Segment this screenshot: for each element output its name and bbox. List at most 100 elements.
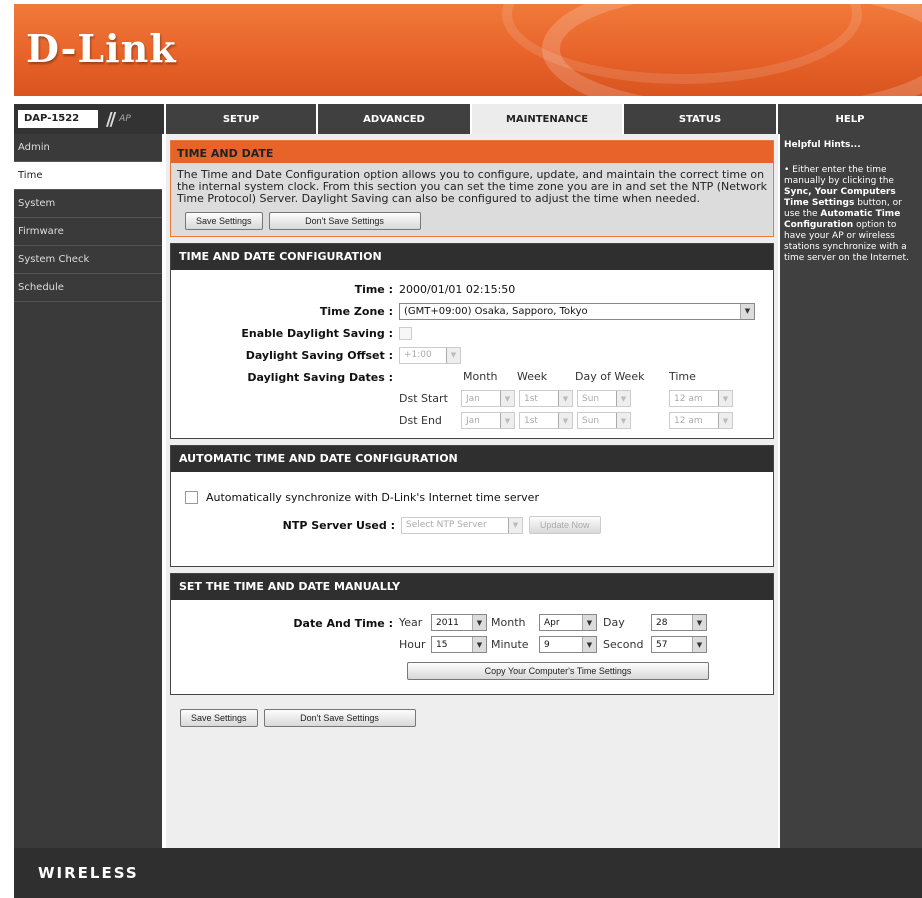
- hour-select[interactable]: 15 ▼: [431, 636, 487, 653]
- ntp-server-value: Select NTP Server: [406, 520, 487, 530]
- auto-sync-checkbox[interactable]: [185, 490, 198, 504]
- manual-config-section: SET THE TIME AND DATE MANUALLY Date And …: [170, 573, 774, 695]
- chevron-down-icon: ▼: [500, 391, 514, 406]
- manual-time-row: Hour 15 ▼ Minute 9 ▼ Second 57 ▼: [171, 634, 773, 656]
- intro-title: TIME AND DATE: [171, 141, 773, 163]
- hour-label: Hour: [399, 638, 426, 651]
- dst-start-week: 1st: [524, 393, 538, 404]
- auto-config-section: AUTOMATIC TIME AND DATE CONFIGURATION Au…: [170, 445, 774, 567]
- month-select[interactable]: Apr ▼: [539, 614, 597, 631]
- tab-advanced[interactable]: ADVANCED: [316, 104, 470, 134]
- month-label: Month: [491, 616, 526, 629]
- dst-end-month-select[interactable]: Jan ▼: [461, 412, 515, 429]
- dst-end-time-select[interactable]: 12 am ▼: [669, 412, 733, 429]
- enable-dst-checkbox[interactable]: [399, 326, 412, 340]
- chevron-down-icon: ▼: [558, 413, 572, 428]
- footer: WIRELESS: [14, 848, 922, 898]
- wireless-brand: WIRELESS: [38, 864, 139, 882]
- dst-dates-label: Daylight Saving Dates :: [247, 370, 393, 384]
- dst-start-day: Sun: [582, 393, 600, 404]
- dst-end-week: 1st: [524, 415, 538, 426]
- chevron-down-icon: ▼: [740, 303, 754, 319]
- chevron-down-icon: ▼: [692, 615, 706, 630]
- sidebar-item-system-check[interactable]: System Check: [14, 246, 162, 274]
- time-label: Time :: [354, 282, 393, 296]
- sidebar-item-time[interactable]: Time: [14, 162, 162, 190]
- dst-offset-row: Daylight Saving Offset : +1:00 ▼: [171, 344, 773, 366]
- chevron-down-icon: ▼: [508, 517, 522, 533]
- intro-box: TIME AND DATE The Time and Date Configur…: [170, 140, 774, 237]
- dst-end-week-select[interactable]: 1st ▼: [519, 412, 573, 429]
- help-panel: Helpful Hints... • Either enter the time…: [778, 134, 922, 848]
- bottom-dont-save-settings-button[interactable]: Don't Save Settings: [263, 709, 416, 727]
- save-settings-button[interactable]: Save Settings: [185, 212, 263, 230]
- help-text-1: Either enter the time manually by clicki…: [784, 165, 894, 186]
- minute-label: Minute: [491, 638, 529, 651]
- year-select[interactable]: 2011 ▼: [431, 614, 487, 631]
- ntp-label: NTP Server Used :: [282, 518, 395, 532]
- intro-buttons: Save Settings Don't Save Settings: [171, 209, 773, 236]
- copy-computer-time-button[interactable]: Copy Your Computer's Time Settings: [407, 662, 709, 680]
- ntp-server-select[interactable]: Select NTP Server ▼: [401, 516, 523, 534]
- hour-value: 15: [436, 639, 448, 650]
- sidebar-item-system[interactable]: System: [14, 190, 162, 218]
- dst-start-time-select[interactable]: 12 am ▼: [669, 390, 733, 407]
- header-banner: D-Link: [14, 4, 922, 96]
- second-label: Second: [603, 638, 644, 651]
- dst-end-day-select[interactable]: Sun ▼: [577, 412, 631, 429]
- manual-time-controls: Hour 15 ▼ Minute 9 ▼ Second 57 ▼: [399, 634, 739, 656]
- tab-help[interactable]: HELP: [776, 104, 922, 134]
- col-time: Time: [669, 370, 696, 383]
- timezone-row: Time Zone : (GMT+09:00) Osaka, Sapporo, …: [171, 300, 773, 322]
- timezone-select[interactable]: (GMT+09:00) Osaka, Sapporo, Tokyo ▼: [399, 302, 755, 320]
- update-now-button[interactable]: Update Now: [529, 516, 601, 534]
- tab-setup[interactable]: SETUP: [164, 104, 316, 134]
- date-time-label: Date And Time :: [293, 616, 393, 630]
- chevron-down-icon: ▼: [582, 637, 596, 652]
- top-nav: DAP-1522 // AP SETUP ADVANCED MAINTENANC…: [14, 104, 922, 134]
- chevron-down-icon: ▼: [692, 637, 706, 652]
- day-select[interactable]: 28 ▼: [651, 614, 707, 631]
- minute-select[interactable]: 9 ▼: [539, 636, 597, 653]
- dst-end-row: Dst End Jan ▼ 1st ▼ Sun ▼ 12 am ▼: [171, 410, 773, 432]
- chevron-down-icon: ▼: [500, 413, 514, 428]
- time-value: 2000/01/01 02:15:50: [399, 282, 516, 296]
- dst-end-day: Sun: [582, 415, 600, 426]
- second-value: 57: [656, 639, 668, 650]
- day-label: Day: [603, 616, 625, 629]
- help-heading: Helpful Hints...: [784, 140, 861, 150]
- chevron-down-icon: ▼: [558, 391, 572, 406]
- dst-dates-header: Month Week Day of Week Time: [399, 366, 759, 388]
- time-config-section: TIME AND DATE CONFIGURATION Time : 2000/…: [170, 243, 774, 439]
- dst-offset-label: Daylight Saving Offset :: [245, 348, 393, 362]
- chevron-down-icon: ▼: [718, 391, 732, 406]
- col-month: Month: [463, 370, 498, 383]
- dst-end-label: Dst End: [399, 414, 442, 427]
- enable-dst-label: Enable Daylight Saving :: [241, 326, 393, 340]
- dst-start-day-select[interactable]: Sun ▼: [577, 390, 631, 407]
- chevron-down-icon: ▼: [472, 615, 486, 630]
- dont-save-settings-button[interactable]: Don't Save Settings: [268, 212, 421, 230]
- main-content: TIME AND DATE The Time and Date Configur…: [166, 134, 778, 848]
- tab-maintenance[interactable]: MAINTENANCE: [470, 104, 622, 134]
- second-select[interactable]: 57 ▼: [651, 636, 707, 653]
- dst-start-week-select[interactable]: 1st ▼: [519, 390, 573, 407]
- dst-start-month-select[interactable]: Jan ▼: [461, 390, 515, 407]
- enable-dst-row: Enable Daylight Saving :: [171, 322, 773, 344]
- tab-status[interactable]: STATUS: [622, 104, 776, 134]
- sidebar-item-schedule[interactable]: Schedule: [14, 274, 162, 302]
- bottom-save-settings-button[interactable]: Save Settings: [180, 709, 258, 727]
- chevron-down-icon: ▼: [472, 637, 486, 652]
- auto-sync-row: Automatically synchronize with D-Link's …: [185, 486, 773, 508]
- dst-start-row: Dst Start Jan ▼ 1st ▼ Sun ▼ 12 am ▼: [171, 388, 773, 410]
- sidebar-item-admin[interactable]: Admin: [14, 134, 162, 162]
- dst-dates-row: Daylight Saving Dates : Month Week Day o…: [171, 366, 773, 388]
- auto-sync-label: Automatically synchronize with D-Link's …: [206, 490, 539, 504]
- manual-date-row: Date And Time : Year 2011 ▼ Month Apr ▼ Da…: [171, 612, 773, 634]
- sidebar-item-firmware[interactable]: Firmware: [14, 218, 162, 246]
- dst-offset-select[interactable]: +1:00 ▼: [399, 346, 461, 364]
- year-value: 2011: [436, 617, 459, 628]
- chevron-down-icon: ▼: [446, 347, 460, 363]
- chevron-down-icon: ▼: [582, 615, 596, 630]
- model-slashes: //: [106, 108, 116, 130]
